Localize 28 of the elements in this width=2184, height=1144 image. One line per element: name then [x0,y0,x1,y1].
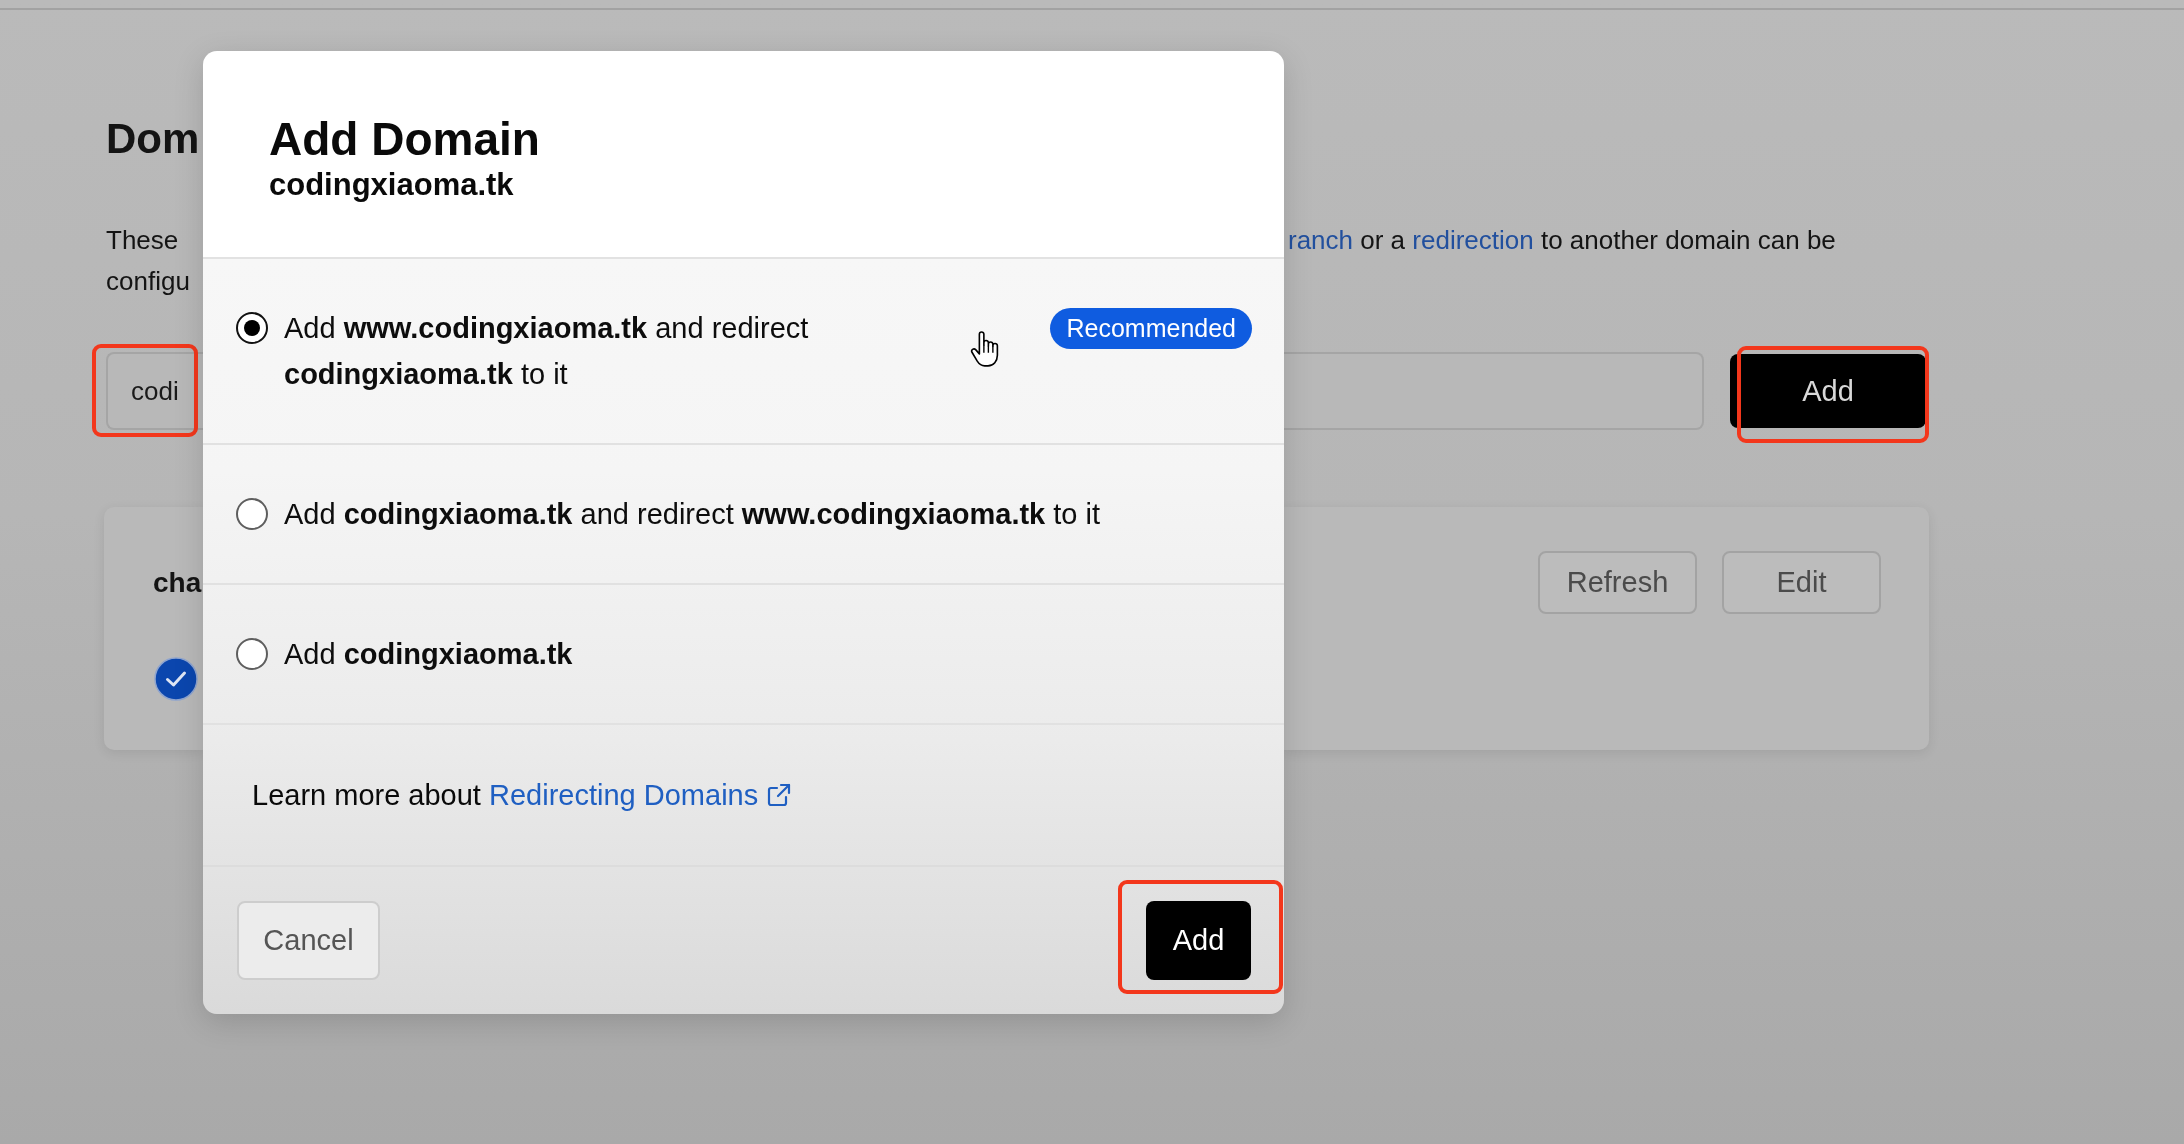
radio-button[interactable] [236,638,268,670]
recommended-badge: Recommended [1050,307,1252,349]
check-circle-icon [154,657,198,701]
domain-input-field[interactable]: codi [106,352,203,430]
option-label[interactable]: Add www.codingxiaoma.tk and redirect codingxiaoma.tk to it [284,305,844,397]
option-label[interactable]: Add codingxiaoma.tk and redirect www.codingxiaoma.tk to it [284,491,1101,537]
dialog-subtitle: codingxiaoma.tk [269,166,514,204]
external-link-icon [767,783,792,807]
refresh-button[interactable]: Refresh [1538,551,1697,614]
text-link[interactable]: ranch [1288,225,1354,255]
radio-button[interactable] [236,312,268,344]
domain-input-field[interactable] [1284,352,1704,430]
dialog-title: Add Domain [269,113,540,165]
add-button[interactable]: Add [1730,354,1926,428]
radio-button[interactable] [236,498,268,530]
description-text: configu [106,265,190,298]
text-link[interactable]: Redirecting Domains [489,779,759,811]
description-text: These [106,224,179,257]
description-text: ranch or a redirection to another domain can be [1288,224,1836,257]
option-label[interactable]: Add codingxiaoma.tk [284,631,573,677]
hand-cursor-icon [970,330,1000,368]
text-link[interactable]: redirection [1412,225,1534,255]
edit-button[interactable]: Edit [1722,551,1881,614]
card-title: cha [153,565,202,600]
learn-more-text: Learn more about Redirecting Domains [252,778,759,813]
page-heading: Dom [106,114,200,164]
cancel-button[interactable]: Cancel [237,901,380,980]
add-button[interactable]: Add [1146,901,1251,980]
